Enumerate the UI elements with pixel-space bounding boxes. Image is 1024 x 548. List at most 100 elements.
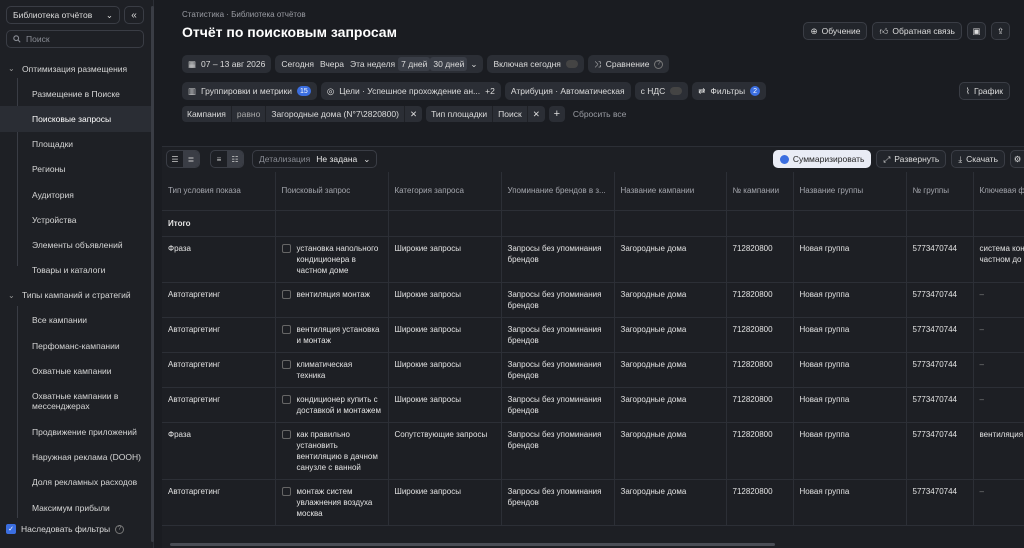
column-header[interactable]: Ключевая ф	[973, 172, 1024, 211]
table-row[interactable]: Автотаргетинг кондиционер купить с достав…	[162, 387, 1024, 423]
column-header[interactable]: № кампании	[726, 172, 794, 211]
vat-toggle[interactable]: с НДС	[634, 82, 689, 100]
table-cell: Широкие запросы	[388, 387, 502, 423]
filters-label: Фильтры	[710, 86, 746, 96]
collapse-sidebar-button[interactable]: «	[124, 6, 144, 24]
help-icon[interactable]: ?	[654, 59, 664, 69]
goals-button[interactable]: ◎ Цели · Успешное прохождение ан... +2	[320, 82, 501, 100]
rows-icon[interactable]: ≡	[211, 151, 227, 167]
learn-button[interactable]: ⊕ Обучение	[803, 22, 868, 40]
columns-icon: ▥	[188, 85, 197, 96]
column-header[interactable]: Упоминание брендов в з...	[501, 172, 615, 211]
sidebar-item[interactable]: Наружная реклама (DOOH)	[0, 445, 153, 470]
add-filter-button[interactable]: +	[548, 106, 565, 122]
feedback-button[interactable]: 👍︎ Обратная связь	[872, 22, 962, 40]
table-row[interactable]: Автотаргетинг климатическая техника Широки…	[162, 352, 1024, 388]
row-checkbox[interactable]	[281, 394, 291, 404]
column-header[interactable]: Название кампании	[614, 172, 727, 211]
column-header[interactable]: Категория запроса	[388, 172, 502, 211]
column-header[interactable]: Поисковый запрос	[275, 172, 389, 211]
row-checkbox[interactable]	[281, 289, 291, 299]
table-row[interactable]: Автотаргетинг вентиляция установка и монт…	[162, 317, 1024, 353]
sidebar-group-1[interactable]: ⌄ Типы кампаний и стратегий	[0, 283, 153, 308]
sidebar-item[interactable]: Максимум прибыли	[0, 495, 153, 520]
sidebar-item[interactable]: Поисковые запросы	[0, 106, 153, 132]
table-row[interactable]: Автотаргетинг монтаж систем увлажнения во…	[162, 479, 1024, 526]
filter-value[interactable]: Загородные дома (N°7\2820800)	[266, 106, 405, 122]
sidebar-item[interactable]: Продвижение приложений	[0, 419, 153, 444]
horizontal-scrollbar[interactable]	[170, 543, 775, 546]
row-checkbox[interactable]	[281, 359, 291, 369]
sidebar-item[interactable]: Площадки	[0, 132, 153, 157]
expand-button[interactable]: ⤢ Развернуть	[876, 150, 947, 168]
sidebar-item[interactable]: Устройства	[0, 207, 153, 232]
chevron-down-icon[interactable]: ⌄	[467, 59, 480, 70]
row-checkbox[interactable]	[281, 324, 291, 334]
sidebar-item[interactable]: Элементы объявлений	[0, 232, 153, 257]
settings-button[interactable]: ⚙	[1010, 150, 1024, 168]
sidebar-item[interactable]: Охватные кампании в мессенджерах	[0, 383, 153, 419]
sidebar-group-0[interactable]: ⌄ Оптимизация размещения	[0, 56, 153, 81]
sidebar-search-input[interactable]: Поиск	[6, 30, 144, 48]
period-preset-button[interactable]: Эта неделя	[347, 59, 398, 69]
row-checkbox[interactable]	[281, 243, 291, 253]
filter-value[interactable]: Поиск	[493, 106, 528, 122]
period-preset-button[interactable]: Сегодня	[278, 59, 317, 69]
attribution-button[interactable]: Атрибуция · Автоматическая	[504, 82, 631, 100]
gear-icon: ⚙	[1013, 153, 1022, 164]
chevron-down-icon: ⌄	[8, 64, 15, 74]
report-library-select[interactable]: Библиотека отчётов ⌄	[6, 6, 120, 24]
detail-select[interactable]: Детализация Не задана ⌄	[252, 150, 378, 168]
table-cell: Запросы без упоминания брендов	[501, 236, 615, 283]
dense-rows-icon[interactable]: ☷	[227, 151, 243, 167]
sidebar-item[interactable]: Охватные кампании	[0, 358, 153, 383]
compare-button[interactable]: ⤨ Сравнение?	[587, 55, 670, 73]
list-view-icon[interactable]: ☰	[167, 151, 183, 167]
filters-button[interactable]: ⇄ Фильтры 2	[692, 82, 766, 100]
share-button[interactable]: ⇪	[991, 22, 1010, 40]
groupings-metrics-button[interactable]: ▥ Группировки и метрики 15	[182, 82, 317, 100]
sidebar-item[interactable]: Перфоманс-кампании	[0, 333, 153, 358]
toggle-switch[interactable]	[670, 87, 683, 95]
table-cell: –	[973, 352, 1024, 388]
sidebar-scrollbar[interactable]	[151, 6, 154, 542]
include-today-toggle[interactable]: Включая сегодня	[487, 55, 584, 73]
reset-filters-link[interactable]: Сбросить все	[573, 109, 627, 119]
column-header[interactable]: Тип условия показа	[162, 172, 276, 211]
row-checkbox[interactable]	[281, 429, 291, 439]
filter-campaign[interactable]: Кампания равно Загородные дома (N°7\2820…	[182, 106, 423, 122]
inherit-filters-checkbox[interactable]: ✓ Наследовать фильтры ?	[6, 524, 125, 534]
close-icon[interactable]: ✕	[528, 106, 545, 122]
sidebar-item[interactable]: Доля рекламных расходов	[0, 470, 153, 495]
table-row[interactable]: Автотаргетинг вентиляция монтаж Широкие за…	[162, 282, 1024, 318]
column-header[interactable]: № группы	[906, 172, 974, 211]
table-row[interactable]: Фраза установка напольного кондиционера в…	[162, 236, 1024, 283]
date-range-picker[interactable]: ▦ 07 – 13 авг 2026	[182, 55, 272, 73]
sidebar-item[interactable]: Аудитория	[0, 182, 153, 207]
table-row[interactable]: Фраза как правильно установить вентиляцию…	[162, 422, 1024, 480]
toggle-switch[interactable]	[565, 60, 578, 68]
sidebar-item[interactable]: Регионы	[0, 157, 153, 182]
filter-placement-type[interactable]: Тип площадки Поиск ✕	[426, 106, 545, 122]
close-icon[interactable]: ✕	[405, 106, 422, 122]
help-icon[interactable]: ?	[115, 524, 125, 534]
compact-list-icon[interactable]: ≣	[183, 151, 199, 167]
period-preset-button[interactable]: 7 дней	[398, 57, 431, 71]
filter-field[interactable]: Кампания	[182, 106, 232, 122]
download-button[interactable]: ⤓ Скачать	[951, 150, 1005, 168]
filter-field[interactable]: Тип площадки	[426, 106, 494, 122]
sidebar-item[interactable]: Все кампании	[0, 308, 153, 333]
period-preset-button[interactable]: 30 дней	[430, 57, 468, 71]
column-header[interactable]: Название группы	[793, 172, 907, 211]
summarize-button[interactable]: Суммаризировать	[772, 150, 872, 168]
filter-operator[interactable]: равно	[232, 106, 267, 122]
table-cell: 5773470744	[906, 422, 974, 480]
chart-button[interactable]: ⌇ График	[958, 82, 1010, 100]
sidebar-item[interactable]: Размещение в Поиске	[0, 81, 153, 106]
save-button[interactable]: ▣	[967, 22, 986, 40]
breadcrumb[interactable]: Статистика · Библиотека отчётов	[182, 10, 306, 19]
sidebar-item[interactable]: Товары и каталоги	[0, 258, 153, 283]
row-checkbox[interactable]	[281, 486, 291, 496]
table-cell	[793, 210, 907, 237]
period-preset-button[interactable]: Вчера	[317, 59, 347, 69]
